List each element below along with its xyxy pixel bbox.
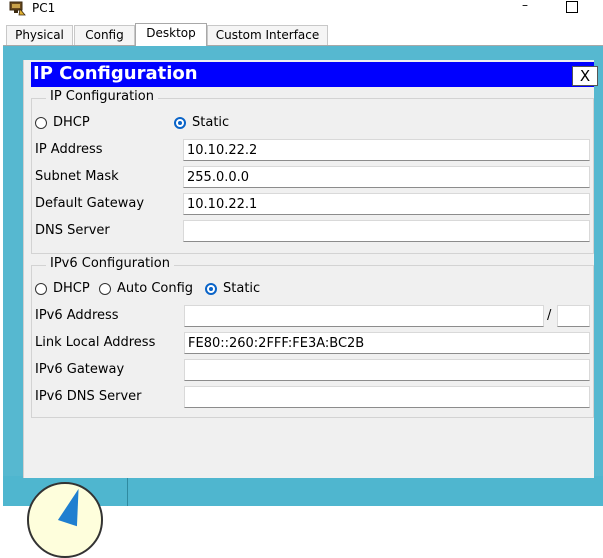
- close-button[interactable]: X: [572, 66, 598, 86]
- ip-address-input[interactable]: [183, 139, 590, 161]
- tab-desktop[interactable]: Desktop: [135, 23, 207, 46]
- window-titlebar: PC1 –: [0, 0, 603, 22]
- radio-unchecked-icon: [35, 116, 47, 129]
- pc-app-icon: [8, 0, 26, 16]
- ipv6-gateway-input[interactable]: [184, 359, 590, 381]
- ipv6-gateway-label: IPv6 Gateway: [35, 362, 125, 377]
- ipv6-static-radio[interactable]: Static: [205, 281, 260, 296]
- minimize-icon[interactable]: –: [518, 0, 532, 12]
- tab-custom-interface[interactable]: Custom Interface: [207, 25, 328, 45]
- window-title: PC1: [32, 1, 56, 15]
- ipv4-group-legend: IP Configuration: [46, 89, 158, 104]
- ipv6-auto-config-radio[interactable]: Auto Config: [99, 281, 193, 296]
- tab-physical[interactable]: Physical: [6, 25, 73, 45]
- ipv6-address-label: IPv6 Address: [35, 308, 119, 323]
- ipv6-address-input[interactable]: [184, 305, 544, 327]
- radio-unchecked-icon: [35, 282, 47, 295]
- desktop-divider: [127, 476, 128, 506]
- desktop-app-icon[interactable]: [27, 482, 103, 558]
- ipv6-group-legend: IPv6 Configuration: [46, 256, 174, 271]
- ip-address-label: IP Address: [35, 142, 103, 157]
- ipv6-dhcp-radio[interactable]: DHCP: [35, 281, 90, 296]
- ipv4-dhcp-radio[interactable]: DHCP: [35, 115, 90, 130]
- ipv6-config-group: IPv6 Configuration DHCP Auto Config Stat…: [31, 256, 594, 418]
- prefix-separator: /: [547, 308, 552, 323]
- ip-configuration-dialog: IP Configuration X IP Configuration DHCP…: [23, 60, 598, 478]
- subnet-mask-input[interactable]: [183, 166, 590, 188]
- radio-checked-icon: [174, 116, 186, 129]
- ipv6-dns-server-label: IPv6 DNS Server: [35, 389, 142, 404]
- subnet-mask-label: Subnet Mask: [35, 169, 119, 184]
- ipv4-static-label: Static: [192, 115, 230, 130]
- maximize-icon[interactable]: [566, 1, 578, 13]
- default-gateway-input[interactable]: [183, 193, 590, 215]
- tab-config[interactable]: Config: [74, 25, 135, 45]
- link-local-address-label: Link Local Address: [35, 335, 156, 350]
- dialog-title: IP Configuration: [33, 63, 198, 84]
- ipv6-auto-config-label: Auto Config: [117, 281, 194, 296]
- ipv6-dns-server-input[interactable]: [184, 386, 590, 408]
- ipv6-prefix-length-input[interactable]: [557, 305, 590, 327]
- dns-server-input[interactable]: [183, 220, 590, 242]
- ipv6-static-label: Static: [223, 281, 261, 296]
- radio-checked-icon: [205, 282, 217, 295]
- ipv6-dhcp-label: DHCP: [53, 281, 90, 296]
- ipv4-dhcp-label: DHCP: [53, 115, 90, 130]
- ipv4-static-radio[interactable]: Static: [174, 115, 229, 130]
- radio-unchecked-icon: [99, 282, 111, 295]
- tab-strip: Physical Config Desktop Custom Interface: [0, 22, 603, 46]
- dialog-titlebar: IP Configuration X: [31, 62, 598, 87]
- dns-server-label: DNS Server: [35, 223, 110, 238]
- default-gateway-label: Default Gateway: [35, 196, 145, 211]
- ipv4-config-group: IP Configuration DHCP Static IP Address …: [31, 89, 594, 254]
- link-local-address-input[interactable]: [184, 332, 590, 354]
